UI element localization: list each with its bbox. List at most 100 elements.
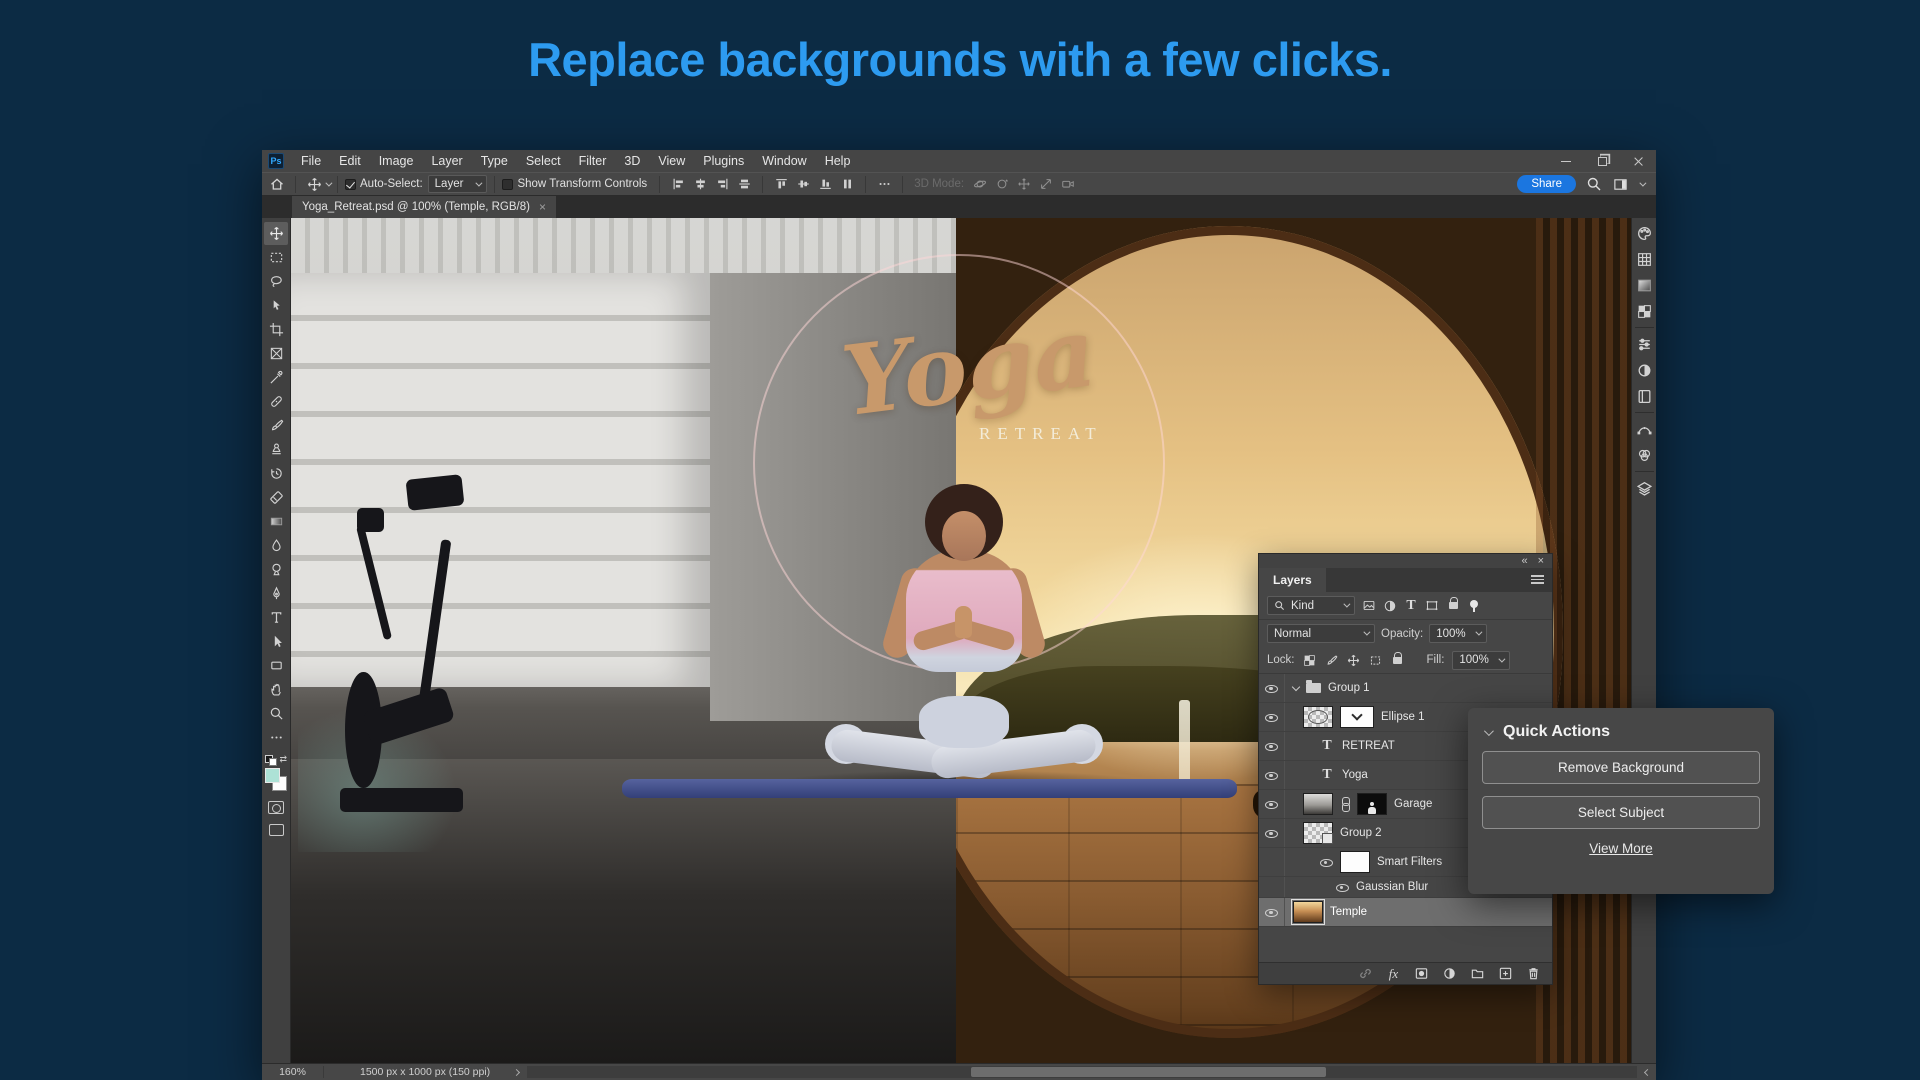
lasso-tool[interactable] bbox=[264, 270, 288, 293]
healing-brush-tool[interactable] bbox=[264, 390, 288, 413]
menu-plugins[interactable]: Plugins bbox=[694, 150, 753, 172]
layer-mask-thumbnail[interactable] bbox=[1357, 793, 1387, 815]
color-panel-button[interactable] bbox=[1634, 223, 1654, 243]
gradient-tool[interactable] bbox=[264, 510, 288, 533]
move-tool-preset[interactable] bbox=[303, 174, 325, 194]
distribute-middle-button[interactable] bbox=[792, 174, 814, 194]
distribute-bottom-button[interactable] bbox=[814, 174, 836, 194]
lock-all-button[interactable] bbox=[1391, 653, 1405, 667]
collapse-panel-icon[interactable]: « bbox=[1521, 555, 1527, 567]
eye-icon[interactable] bbox=[1335, 880, 1349, 894]
dodge-tool[interactable] bbox=[264, 558, 288, 581]
brush-tool[interactable] bbox=[264, 414, 288, 437]
tab-close-icon[interactable]: × bbox=[539, 200, 546, 214]
filter-toggle-pin[interactable] bbox=[1467, 599, 1481, 613]
menu-file[interactable]: File bbox=[292, 150, 330, 172]
lock-transparency-button[interactable] bbox=[1303, 653, 1317, 667]
menu-filter[interactable]: Filter bbox=[570, 150, 616, 172]
align-center-h-button[interactable] bbox=[689, 174, 711, 194]
menu-edit[interactable]: Edit bbox=[330, 150, 370, 172]
shape-tool[interactable] bbox=[264, 654, 288, 677]
eraser-tool[interactable] bbox=[264, 486, 288, 509]
path-selection-tool[interactable] bbox=[264, 630, 288, 653]
visibility-toggle[interactable] bbox=[1259, 674, 1285, 702]
3d-orbit-button[interactable] bbox=[969, 174, 991, 194]
menu-type[interactable]: Type bbox=[472, 150, 517, 172]
channels-panel-button[interactable] bbox=[1634, 445, 1654, 465]
smart-object-thumbnail[interactable] bbox=[1303, 822, 1333, 844]
layer-row-group1[interactable]: Group 1 bbox=[1259, 674, 1552, 703]
default-swap-colors[interactable]: ⇄ bbox=[265, 753, 287, 765]
paths-panel-button[interactable] bbox=[1634, 419, 1654, 439]
visibility-toggle[interactable] bbox=[1259, 761, 1285, 789]
swatches-panel-button[interactable] bbox=[1634, 249, 1654, 269]
select-subject-button[interactable]: Select Subject bbox=[1482, 796, 1760, 829]
foreground-color-swatch[interactable] bbox=[265, 768, 280, 783]
show-transform-checkbox[interactable] bbox=[502, 179, 513, 190]
layers-tab[interactable]: Layers bbox=[1259, 568, 1326, 592]
add-adjustment-button[interactable] bbox=[1441, 965, 1458, 982]
quick-actions-header[interactable]: Quick Actions bbox=[1468, 708, 1774, 751]
smart-filter-thumbnail[interactable] bbox=[1340, 851, 1370, 873]
history-brush-tool[interactable] bbox=[264, 462, 288, 485]
panel-menu-icon[interactable] bbox=[1531, 573, 1544, 586]
chevron-down-icon[interactable] bbox=[1639, 179, 1646, 186]
quick-mask-button[interactable] bbox=[268, 801, 284, 814]
menu-select[interactable]: Select bbox=[517, 150, 570, 172]
scrollbar-thumb[interactable] bbox=[971, 1067, 1326, 1077]
layer-style-button[interactable]: fx bbox=[1385, 965, 1402, 982]
document-tab[interactable]: Yoga_Retreat.psd @ 100% (Temple, RGB/8) … bbox=[292, 196, 556, 218]
visibility-toggle[interactable] bbox=[1259, 819, 1285, 847]
align-left-button[interactable] bbox=[667, 174, 689, 194]
view-more-link[interactable]: View More bbox=[1468, 841, 1774, 856]
3d-slide-button[interactable] bbox=[1035, 174, 1057, 194]
filter-image-button[interactable] bbox=[1362, 599, 1376, 613]
blend-mode-dropdown[interactable]: Normal bbox=[1267, 624, 1375, 643]
share-button[interactable]: Share bbox=[1517, 175, 1576, 193]
layer-row-temple[interactable]: Temple bbox=[1259, 898, 1552, 927]
menu-image[interactable]: Image bbox=[370, 150, 423, 172]
add-mask-button[interactable] bbox=[1413, 965, 1430, 982]
auto-select-checkbox[interactable] bbox=[345, 179, 356, 190]
type-tool[interactable] bbox=[264, 606, 288, 629]
menu-view[interactable]: View bbox=[649, 150, 694, 172]
3d-pan-button[interactable] bbox=[1013, 174, 1035, 194]
filter-kind-dropdown[interactable]: Kind bbox=[1267, 596, 1355, 615]
filter-adjustment-button[interactable] bbox=[1383, 599, 1397, 613]
workspace-icon[interactable] bbox=[1612, 177, 1629, 192]
screen-mode-button[interactable] bbox=[269, 824, 284, 836]
auto-select-target-dropdown[interactable]: Layer bbox=[428, 175, 488, 193]
restore-button[interactable] bbox=[1584, 150, 1620, 172]
new-layer-button[interactable] bbox=[1497, 965, 1514, 982]
adjustments-panel-button[interactable] bbox=[1634, 360, 1654, 380]
marquee-tool[interactable] bbox=[264, 246, 288, 269]
menu-window[interactable]: Window bbox=[753, 150, 815, 172]
menu-help[interactable]: Help bbox=[816, 150, 860, 172]
horizontal-scrollbar[interactable] bbox=[527, 1066, 1637, 1078]
color-swatches[interactable] bbox=[264, 768, 288, 792]
home-button[interactable] bbox=[266, 174, 288, 194]
filter-type-button[interactable]: T bbox=[1404, 599, 1418, 613]
vector-mask-thumbnail[interactable] bbox=[1340, 706, 1374, 728]
zoom-level[interactable]: 160% bbox=[262, 1066, 324, 1078]
3d-roll-button[interactable] bbox=[991, 174, 1013, 194]
align-right-button[interactable] bbox=[711, 174, 733, 194]
chevron-down-icon[interactable] bbox=[1292, 682, 1300, 690]
layer-thumbnail[interactable] bbox=[1293, 901, 1323, 923]
fill-dropdown[interactable]: 100% bbox=[1452, 651, 1510, 670]
visibility-toggle[interactable] bbox=[1259, 898, 1285, 926]
new-group-button[interactable] bbox=[1469, 965, 1486, 982]
close-button[interactable] bbox=[1620, 150, 1656, 172]
chevron-down-icon[interactable] bbox=[325, 179, 332, 186]
distribute-v-button[interactable] bbox=[836, 174, 858, 194]
close-panel-icon[interactable]: × bbox=[1538, 555, 1544, 567]
clone-stamp-tool[interactable] bbox=[264, 438, 288, 461]
opacity-dropdown[interactable]: 100% bbox=[1429, 624, 1487, 643]
pen-tool[interactable] bbox=[264, 582, 288, 605]
libraries-panel-button[interactable] bbox=[1634, 386, 1654, 406]
object-selection-tool[interactable] bbox=[264, 294, 288, 317]
layer-thumbnail[interactable] bbox=[1303, 793, 1333, 815]
frame-tool[interactable] bbox=[264, 342, 288, 365]
patterns-panel-button[interactable] bbox=[1634, 301, 1654, 321]
gradients-panel-button[interactable] bbox=[1634, 275, 1654, 295]
